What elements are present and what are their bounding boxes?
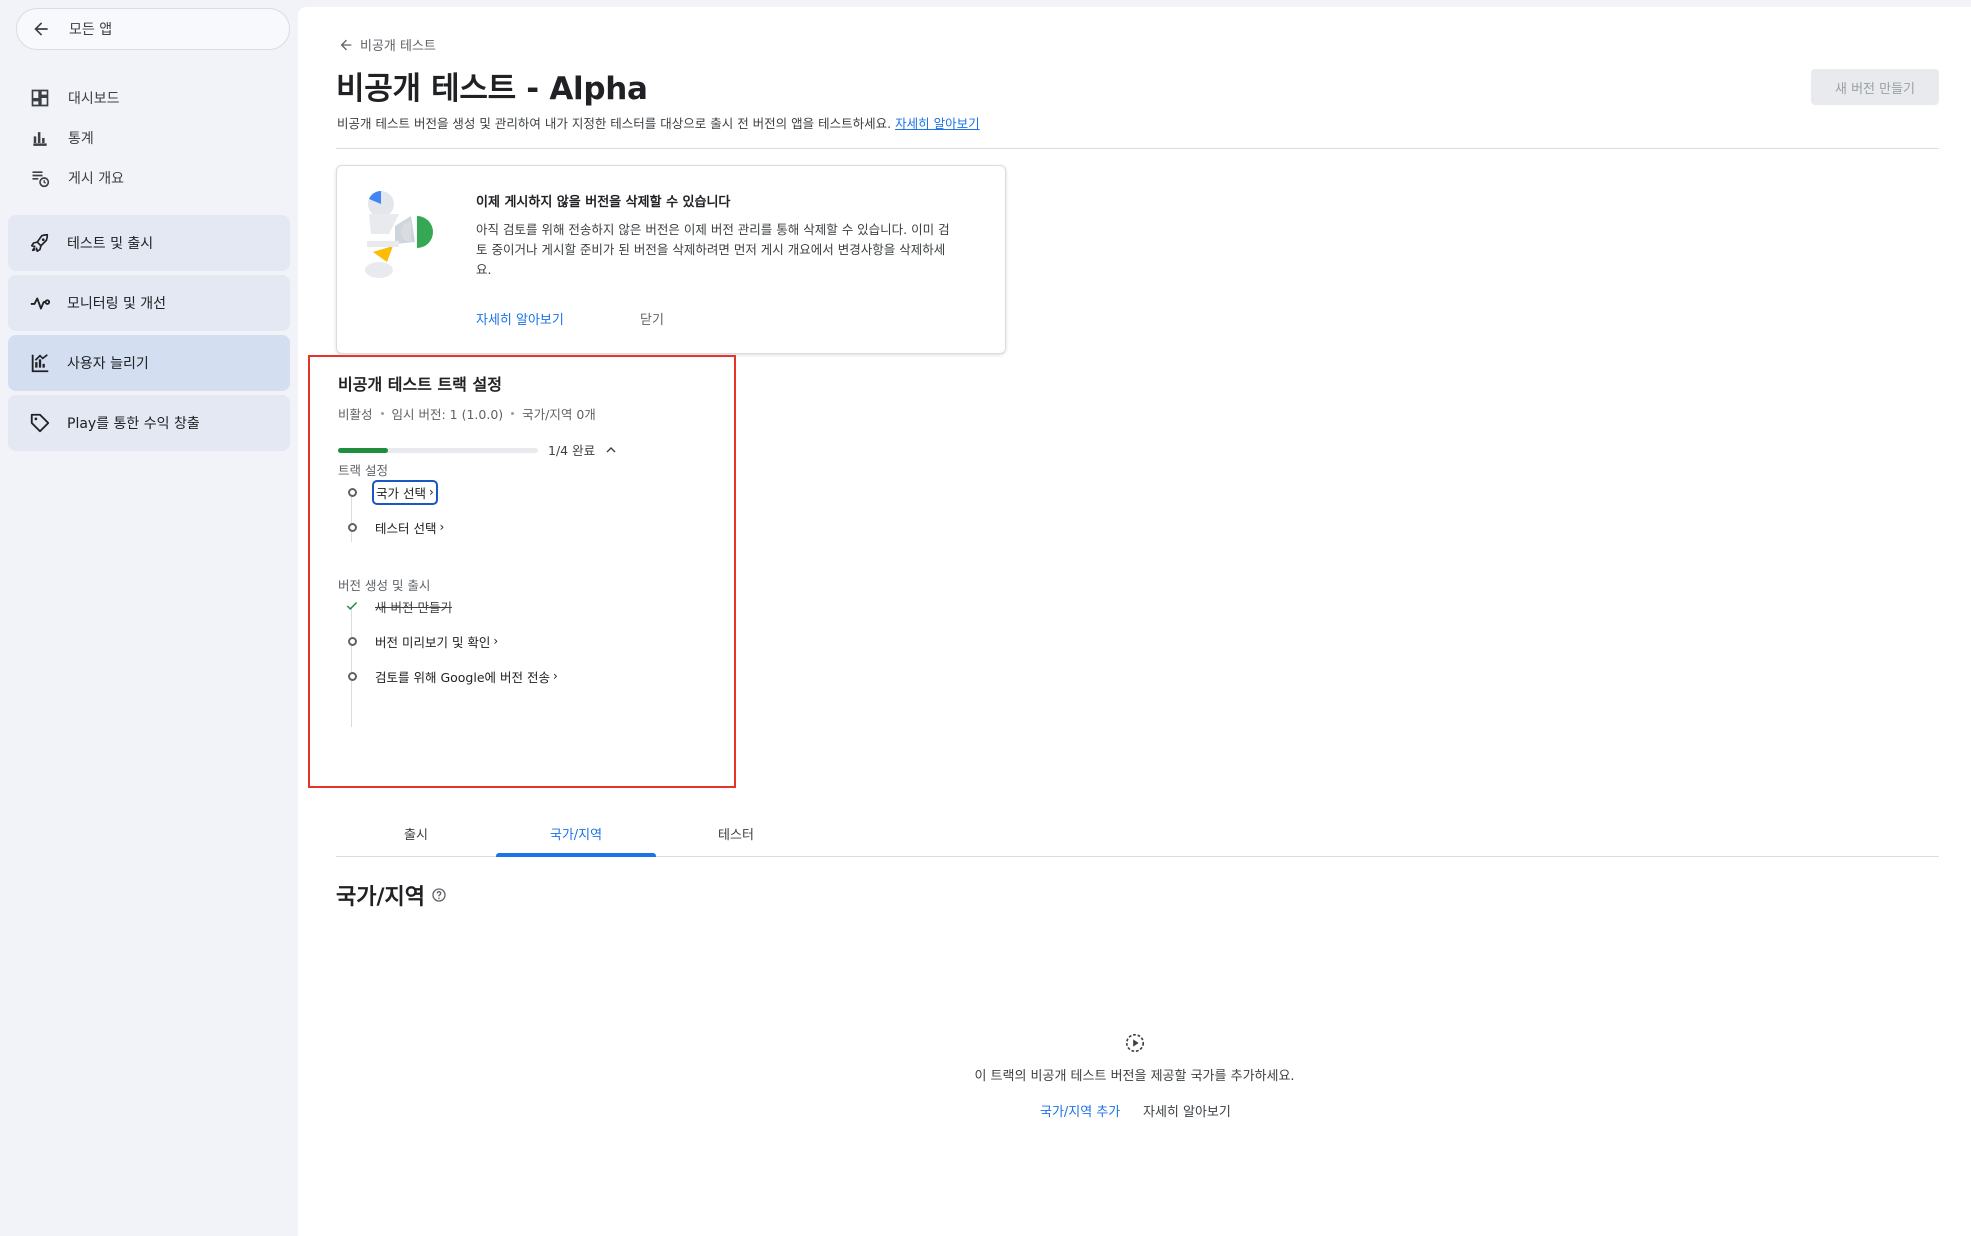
step-create-release: 새 버전 만들기 bbox=[345, 596, 452, 616]
sidebar-item-monetize[interactable]: Play를 통한 수익 창출 bbox=[8, 395, 290, 451]
sidebar-item-grow-users[interactable]: 사용자 늘리기 bbox=[8, 335, 290, 391]
notice-body: 아직 검토를 위해 전송하지 않은 버전은 이제 버전 관리를 통해 삭제할 수… bbox=[476, 222, 950, 277]
tag-icon bbox=[30, 413, 50, 433]
sidebar-item-label: 통계 bbox=[68, 131, 94, 147]
separator-dot bbox=[511, 412, 515, 415]
step-pending-icon bbox=[345, 634, 359, 648]
track-status-line: 비활성 임시 버전: 1 (1.0.0) 국가/지역 0개 bbox=[338, 404, 596, 423]
divider bbox=[336, 148, 1939, 149]
shapes-illustration-icon bbox=[365, 191, 433, 278]
chevron-right-icon: › bbox=[439, 520, 445, 534]
setup-progress-fill bbox=[338, 448, 388, 453]
tab-label: 테스터 bbox=[718, 827, 754, 843]
all-apps-button[interactable]: 모든 앱 bbox=[16, 8, 290, 50]
setup-progress-bar bbox=[338, 448, 538, 453]
sidebar-item-dashboard[interactable]: 대시보드 bbox=[30, 84, 120, 112]
track-setup-panel: 비공개 테스트 트랙 설정 비활성 임시 버전: 1 (1.0.0) 국가/지역… bbox=[308, 355, 736, 788]
help-icon[interactable] bbox=[431, 887, 447, 903]
create-release-step-label: 새 버전 만들기 bbox=[375, 599, 452, 615]
step-select-testers: 테스터 선택 › bbox=[345, 517, 444, 537]
vitals-icon bbox=[30, 297, 51, 310]
countries-learn-more-link[interactable]: 자세히 알아보기 bbox=[1143, 1101, 1231, 1120]
sidebar-item-label: 테스트 및 출시 bbox=[67, 236, 154, 252]
all-apps-label: 모든 앱 bbox=[69, 22, 113, 38]
sidebar-item-label: 모니터링 및 개선 bbox=[67, 296, 167, 312]
countries-heading-text: 국가/지역 bbox=[336, 885, 425, 910]
page-description-text: 비공개 테스트 버전을 생성 및 관리하여 내가 지정한 테스터를 대상으로 출… bbox=[337, 116, 892, 131]
sidebar-item-publishing-overview[interactable]: 게시 개요 bbox=[30, 164, 124, 192]
step-select-countries: 국가 선택 › bbox=[345, 479, 438, 505]
notice-card: 이제 게시하지 않을 버전을 삭제할 수 있습니다 아직 검토를 위해 전송하지… bbox=[336, 165, 1006, 354]
tab-countries[interactable]: 국가/지역 bbox=[496, 810, 656, 857]
dashboard-icon bbox=[31, 89, 49, 107]
publishing-overview-icon bbox=[32, 171, 50, 188]
page-title: 비공개 테스트 - Alpha bbox=[336, 71, 648, 107]
sidebar-item-monitor-and-improve[interactable]: 모니터링 및 개선 bbox=[8, 275, 290, 331]
track-status: 비활성 bbox=[338, 407, 373, 422]
chevron-right-icon: › bbox=[493, 634, 499, 648]
track-setup-title: 비공개 테스트 트랙 설정 bbox=[338, 375, 502, 394]
step-pending-icon bbox=[345, 485, 359, 499]
breadcrumb-label: 비공개 테스트 bbox=[360, 39, 436, 54]
section-label-track-setup: 트랙 설정 bbox=[338, 463, 388, 478]
select-testers-link[interactable]: 테스터 선택 › bbox=[375, 518, 444, 537]
preview-release-link[interactable]: 버전 미리보기 및 확인 › bbox=[375, 632, 498, 651]
main-content: 비공개 테스트 비공개 테스트 - Alpha 비공개 테스트 버전을 생성 및… bbox=[298, 7, 1971, 1236]
sidebar-item-statistics[interactable]: 통계 bbox=[30, 124, 94, 152]
step-label: 검토를 위해 Google에 버전 전송 bbox=[375, 669, 550, 685]
page-description: 비공개 테스트 버전을 생성 및 관리하여 내가 지정한 테스터를 대상으로 출… bbox=[337, 113, 980, 132]
countries-empty-message: 이 트랙의 비공개 테스트 버전을 제공할 국가를 추가하세요. bbox=[974, 1069, 1295, 1084]
tab-bar: 출시 국가/지역 테스터 bbox=[336, 810, 1939, 857]
countries-heading: 국가/지역 bbox=[336, 879, 447, 911]
sidebar-item-label: 대시보드 bbox=[68, 91, 120, 107]
sidebar-item-label: Play를 통한 수익 창출 bbox=[67, 416, 200, 432]
sidebar: 모든 앱 대시보드 통계 게시 개요 테스트 및 출시 모니터링 및 개선 사용… bbox=[0, 0, 298, 1236]
step-label: 테스터 선택 bbox=[375, 520, 437, 536]
track-country-count: 국가/지역 0개 bbox=[522, 407, 596, 422]
sidebar-item-label: 사용자 늘리기 bbox=[67, 356, 149, 372]
chevron-up-icon bbox=[606, 446, 616, 452]
section-label-create-release: 버전 생성 및 출시 bbox=[338, 578, 431, 593]
step-pending-icon bbox=[345, 669, 359, 683]
breadcrumb[interactable]: 비공개 테스트 bbox=[338, 35, 436, 54]
step-pending-icon bbox=[345, 520, 359, 534]
step-label: 국가 선택 bbox=[376, 485, 426, 501]
bar-chart-icon bbox=[33, 132, 47, 146]
chevron-right-icon: › bbox=[428, 485, 434, 499]
progress-label: 1/4 완료 bbox=[548, 443, 596, 458]
tab-label: 출시 bbox=[404, 827, 428, 843]
step-label: 버전 미리보기 및 확인 bbox=[375, 634, 491, 650]
arrow-left-icon bbox=[34, 22, 48, 36]
play-circle-icon bbox=[1125, 1033, 1145, 1053]
step-preview-release: 버전 미리보기 및 확인 › bbox=[345, 631, 498, 651]
notice-learn-more-link[interactable]: 자세히 알아보기 bbox=[476, 309, 564, 328]
tab-label: 국가/지역 bbox=[549, 827, 603, 843]
notice-title: 이제 게시하지 않을 버전을 삭제할 수 있습니다 bbox=[476, 195, 731, 210]
arrow-left-icon bbox=[340, 39, 352, 50]
tab-releases[interactable]: 출시 bbox=[336, 810, 496, 856]
sidebar-item-test-and-release[interactable]: 테스트 및 출시 bbox=[8, 215, 290, 271]
notice-close-button[interactable]: 닫기 bbox=[640, 309, 664, 328]
step-send-for-review: 검토를 위해 Google에 버전 전송 › bbox=[345, 666, 558, 686]
track-draft-version: 임시 버전: 1 (1.0.0) bbox=[391, 407, 504, 422]
rocket-icon bbox=[30, 233, 49, 253]
learn-more-link[interactable]: 자세히 알아보기 bbox=[895, 116, 979, 131]
check-icon bbox=[345, 599, 359, 613]
select-countries-link[interactable]: 국가 선택 › bbox=[372, 479, 438, 505]
grow-users-icon bbox=[31, 354, 49, 373]
send-for-review-link[interactable]: 검토를 위해 Google에 버전 전송 › bbox=[375, 667, 558, 686]
progress-collapse-toggle[interactable]: 1/4 완료 bbox=[548, 440, 619, 459]
new-release-button[interactable]: 새 버전 만들기 bbox=[1811, 69, 1939, 105]
add-countries-link[interactable]: 국가/지역 추가 bbox=[1040, 1101, 1120, 1120]
sidebar-item-label: 게시 개요 bbox=[68, 171, 124, 187]
chevron-right-icon: › bbox=[552, 669, 558, 683]
separator-dot bbox=[380, 412, 384, 415]
tab-testers[interactable]: 테스터 bbox=[656, 810, 816, 856]
